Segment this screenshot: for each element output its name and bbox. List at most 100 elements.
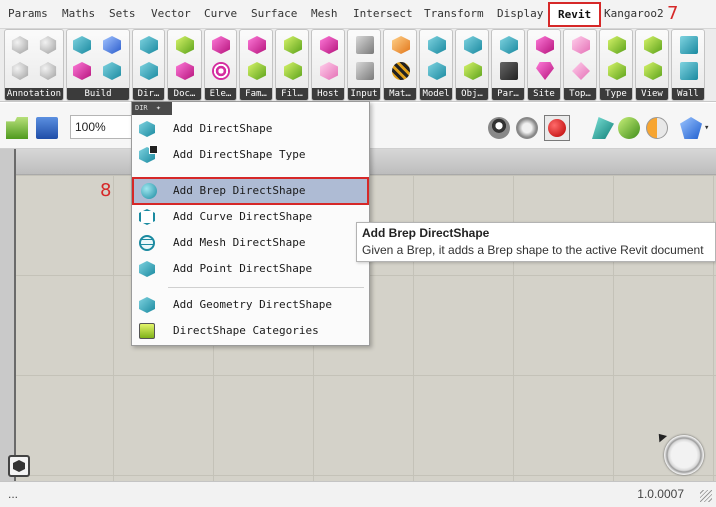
input-file-icon[interactable] xyxy=(356,36,374,54)
topography-icon[interactable] xyxy=(572,36,590,54)
panel-topography: Top… xyxy=(563,29,597,101)
object-icon[interactable] xyxy=(464,36,482,54)
preview-eye-icon[interactable] xyxy=(488,117,510,139)
geometry-directshape-icon xyxy=(139,297,155,313)
family-type-icon[interactable] xyxy=(248,62,266,80)
model-target-icon[interactable] xyxy=(428,62,446,80)
zoom-level-input[interactable]: 100% xyxy=(70,115,134,139)
view-target-icon[interactable] xyxy=(644,62,662,80)
canvas-navigator-icon[interactable] xyxy=(8,455,30,477)
model-icon[interactable] xyxy=(428,36,446,54)
panel-label-doc: Doc… xyxy=(168,88,201,100)
menu-item-label: Add Point DirectShape xyxy=(173,262,313,275)
menu-item-add-curve-directshape[interactable]: Add Curve DirectShape xyxy=(133,205,368,229)
bake-icon[interactable] xyxy=(592,117,614,139)
build-roof-icon[interactable] xyxy=(73,62,91,80)
build-column-icon[interactable] xyxy=(103,62,121,80)
family-icon[interactable] xyxy=(248,36,266,54)
menu-revit[interactable]: Revit xyxy=(548,2,602,27)
filter-icon[interactable] xyxy=(284,36,302,54)
menu-mesh[interactable]: Mesh xyxy=(307,0,342,28)
element-icon[interactable] xyxy=(212,36,230,54)
menu-vector[interactable]: Vector xyxy=(147,0,195,28)
menu-maths[interactable]: Maths xyxy=(58,0,99,28)
mesh-settings-icon[interactable] xyxy=(618,117,640,139)
shaded-preview-button[interactable] xyxy=(544,115,570,141)
menu-transform[interactable]: Transform xyxy=(420,0,488,28)
material-preview-icon[interactable] xyxy=(646,117,668,139)
tooltip-description: Given a Brep, it adds a Brep shape to th… xyxy=(362,243,704,257)
panel-label-type: Type xyxy=(600,88,632,100)
site-icon[interactable] xyxy=(536,36,554,54)
dropdown-header: DIR ✦ xyxy=(132,102,369,116)
menu-intersect[interactable]: Intersect xyxy=(349,0,417,28)
menu-sets[interactable]: Sets xyxy=(105,0,140,28)
annotation-tool-icon[interactable] xyxy=(11,62,29,80)
menu-params[interactable]: Params xyxy=(4,0,52,28)
material-pattern-icon[interactable] xyxy=(392,62,410,80)
menu-item-add-point-directshape[interactable]: Add Point DirectShape xyxy=(133,257,368,281)
directshape-icon[interactable] xyxy=(140,36,158,54)
ribbon: Annotation Build Dir… Doc… Ele… Fam… Fil… xyxy=(0,28,716,102)
menu-surface[interactable]: Surface xyxy=(247,0,301,28)
wall-type-icon[interactable] xyxy=(680,62,698,80)
panel-label-input: Input xyxy=(348,88,380,100)
panel-label-dir: Dir… xyxy=(133,88,164,100)
annotation-tool-icon[interactable] xyxy=(39,62,57,80)
panel-label-top: Top… xyxy=(564,88,596,100)
pin-icon[interactable]: ✦ xyxy=(156,103,161,112)
resize-grip-icon[interactable] xyxy=(700,490,712,502)
step-marker-8: 8 xyxy=(100,180,112,201)
menu-item-label: Add DirectShape Type xyxy=(173,148,306,161)
wireframe-preview-icon[interactable] xyxy=(516,117,538,139)
build-wall-icon[interactable] xyxy=(73,36,91,54)
menu-item-add-mesh-directshape[interactable]: Add Mesh DirectShape xyxy=(133,231,368,255)
menu-item-add-directshape[interactable]: Add DirectShape xyxy=(133,117,368,141)
build-floor-icon[interactable] xyxy=(103,36,121,54)
panel-family: Fam… xyxy=(239,29,273,101)
menu-item-add-directshape-type[interactable]: Add DirectShape Type xyxy=(133,143,368,167)
mesh-directshape-icon xyxy=(139,235,155,251)
version-label: 1.0.0007 xyxy=(637,487,684,501)
topography-surface-icon[interactable] xyxy=(572,62,590,80)
menu-curve[interactable]: Curve xyxy=(200,0,241,28)
chevron-down-icon[interactable]: ▾ xyxy=(704,123,709,133)
parameter-key-icon[interactable] xyxy=(500,62,518,80)
open-file-icon[interactable] xyxy=(6,117,28,139)
annotation-tool-icon[interactable] xyxy=(11,36,29,54)
panel-label-build: Build xyxy=(67,88,129,100)
document-icon[interactable] xyxy=(176,36,194,54)
filter-rule-icon[interactable] xyxy=(284,62,302,80)
type-params-icon[interactable] xyxy=(608,62,626,80)
point-directshape-icon xyxy=(139,261,155,277)
type-badge-icon xyxy=(149,145,158,154)
directshape-dropdown-menu: DIR ✦ Add DirectShape Add DirectShape Ty… xyxy=(131,101,370,346)
parameter-icon[interactable] xyxy=(500,36,518,54)
save-file-icon[interactable] xyxy=(36,117,58,139)
menu-bar: Params Maths Sets Vector Curve Surface M… xyxy=(0,0,716,28)
directshape-type-icon[interactable] xyxy=(140,62,158,80)
wall-icon[interactable] xyxy=(680,36,698,54)
menu-display[interactable]: Display xyxy=(493,0,547,28)
object-type-icon[interactable] xyxy=(464,62,482,80)
element-spiral-icon[interactable] xyxy=(212,62,230,80)
panel-input: Input xyxy=(347,29,381,101)
annotation-tool-icon[interactable] xyxy=(39,36,57,54)
menu-item-directshape-categories[interactable]: DirectShape Categories xyxy=(133,319,368,343)
panel-filter: Fil… xyxy=(275,29,309,101)
material-icon[interactable] xyxy=(392,36,410,54)
menu-item-add-geometry-directshape[interactable]: Add Geometry DirectShape xyxy=(133,293,368,317)
site-location-icon[interactable] xyxy=(536,62,554,80)
navigation-wheel-icon[interactable] xyxy=(664,435,704,475)
menu-kangaroo2[interactable]: Kangaroo2 xyxy=(600,0,668,28)
host-element-icon[interactable] xyxy=(320,62,338,80)
type-icon[interactable] xyxy=(608,36,626,54)
brep-directshape-icon xyxy=(141,183,157,199)
document-elements-icon[interactable] xyxy=(176,62,194,80)
input-type-icon[interactable] xyxy=(356,62,374,80)
display-mode-icon[interactable] xyxy=(680,117,702,139)
menu-item-add-brep-directshape[interactable]: Add Brep DirectShape xyxy=(132,177,369,205)
host-icon[interactable] xyxy=(320,36,338,54)
menu-item-label: Add Brep DirectShape xyxy=(173,184,306,197)
view-icon[interactable] xyxy=(644,36,662,54)
